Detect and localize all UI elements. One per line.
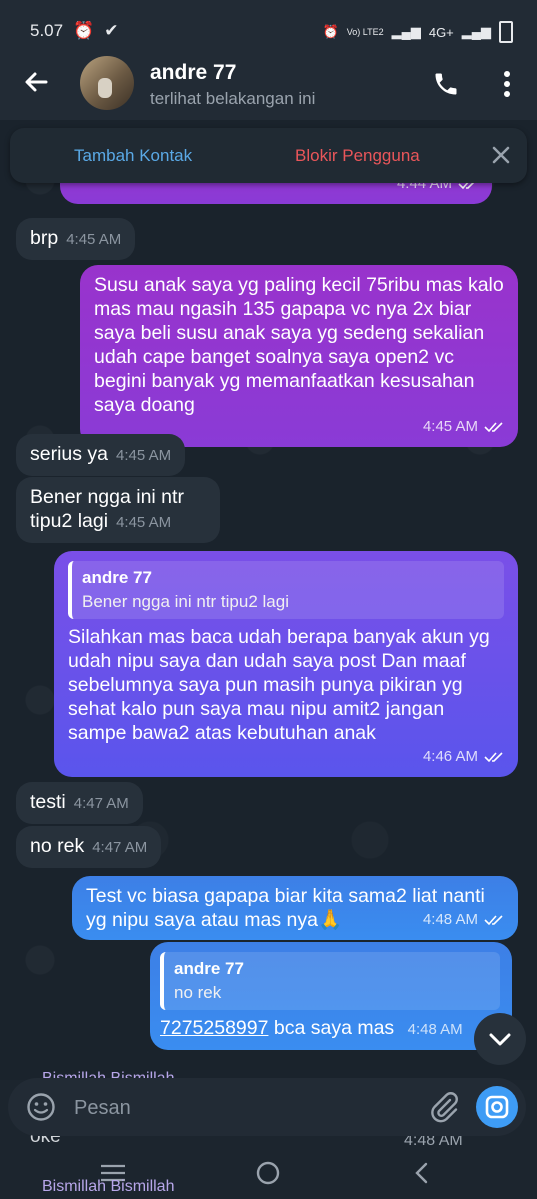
message-text: bca saya mas (268, 1017, 395, 1039)
message-time: 4:45 AM (66, 231, 122, 248)
double-check-icon (484, 422, 503, 433)
emoji-icon[interactable] (26, 1092, 56, 1122)
message-time: 4:48 AM (407, 1021, 463, 1038)
message-bubble-incoming[interactable]: no rek 4:47 AM (16, 826, 162, 868)
reply-preview[interactable]: andre 77 Bener ngga ini ntr tipu2 lagi (68, 561, 504, 619)
partial-reply-bottom: Bismillah Bismillah (42, 1178, 175, 1195)
reply-text: Bener ngga ini ntr tipu2 lagi (82, 592, 289, 611)
camera-icon (485, 1095, 509, 1119)
phone-icon[interactable] (432, 70, 460, 98)
add-contact-button[interactable]: Tambah Kontak (74, 146, 192, 166)
paperclip-icon[interactable] (428, 1090, 460, 1124)
reply-preview[interactable]: andre 77 no rek (160, 952, 500, 1010)
message-text: brp (30, 227, 59, 249)
message-bubble-incoming[interactable]: testi 4:47 AM (16, 782, 143, 824)
message-time: 4:45 AM (422, 418, 478, 435)
camera-button[interactable] (476, 1086, 518, 1128)
message-bubble-outgoing[interactable]: Test vc biasa gapapa biar kita sama2 lia… (72, 876, 518, 940)
contact-action-bar: Tambah Kontak Blokir Pengguna (10, 128, 527, 183)
back-nav-icon[interactable] (412, 1161, 432, 1185)
message-time: 4:48 AM (422, 911, 478, 928)
chevron-down-icon (489, 1033, 511, 1046)
signal-icon-2: ▂▄▆ (461, 24, 491, 39)
alarm-icon: ⏰ (73, 21, 95, 40)
contact-status: terlihat belakangan ini (150, 89, 316, 108)
double-check-icon (484, 915, 503, 926)
chat-header: andre 77 terlihat belakangan ini (0, 48, 537, 120)
message-text: Susu anak saya yg paling kecil 75ribu ma… (94, 274, 504, 416)
reply-author: andre 77 (82, 568, 152, 587)
message-text: testi (30, 791, 66, 813)
message-bubble-incoming[interactable]: Bener ngga ini ntr tipu2 lagi 4:45 AM (16, 477, 220, 543)
message-time: 4:45 AM (116, 447, 172, 464)
reply-text: no rek (174, 983, 222, 1002)
message-text: serius ya (30, 443, 109, 465)
message-time: 4:47 AM (73, 795, 129, 812)
message-time: 4:46 AM (422, 748, 478, 765)
message-bubble-outgoing[interactable]: andre 77 Bener ngga ini ntr tipu2 lagi S… (54, 551, 518, 777)
close-icon[interactable] (490, 144, 512, 166)
message-text: Silahkan mas baca udah berapa banyak aku… (68, 626, 490, 744)
message-time: 4:47 AM (92, 839, 148, 856)
message-bubble-incoming[interactable]: serius ya 4:45 AM (16, 434, 186, 476)
avatar[interactable] (80, 56, 134, 110)
message-bubble-outgoing[interactable]: andre 77 no rek 7275258997 bca saya mas … (150, 942, 512, 1050)
signal-icon: ▂▄▆ (391, 24, 421, 39)
message-time: 4:45 AM (116, 514, 172, 531)
download-done-icon: ✔ (104, 21, 119, 40)
block-user-button[interactable]: Blokir Pengguna (295, 146, 420, 166)
home-icon[interactable] (255, 1160, 281, 1186)
account-number-link[interactable]: 7275258997 (160, 1017, 268, 1039)
back-arrow-icon[interactable] (20, 66, 52, 98)
double-check-icon (484, 752, 503, 763)
status-time: 5.07 (30, 21, 64, 40)
message-composer (8, 1078, 526, 1136)
message-input[interactable] (72, 1089, 416, 1127)
battery-icon (499, 21, 513, 43)
message-bubble-outgoing[interactable]: Susu anak saya yg paling kecil 75ribu ma… (80, 265, 518, 447)
message-text: no rek (30, 835, 85, 857)
message-bubble-incoming[interactable]: brp 4:45 AM (16, 218, 136, 260)
contact-name[interactable]: andre 77 (150, 61, 236, 85)
alarm-status-icon: ⏰ (322, 24, 339, 39)
network-label: 4G+ (428, 24, 454, 40)
volte-label: Vo) LTE2 (346, 27, 384, 37)
scroll-down-button[interactable] (474, 1013, 526, 1065)
reply-author: andre 77 (174, 959, 244, 978)
more-options-icon[interactable] (496, 68, 518, 100)
